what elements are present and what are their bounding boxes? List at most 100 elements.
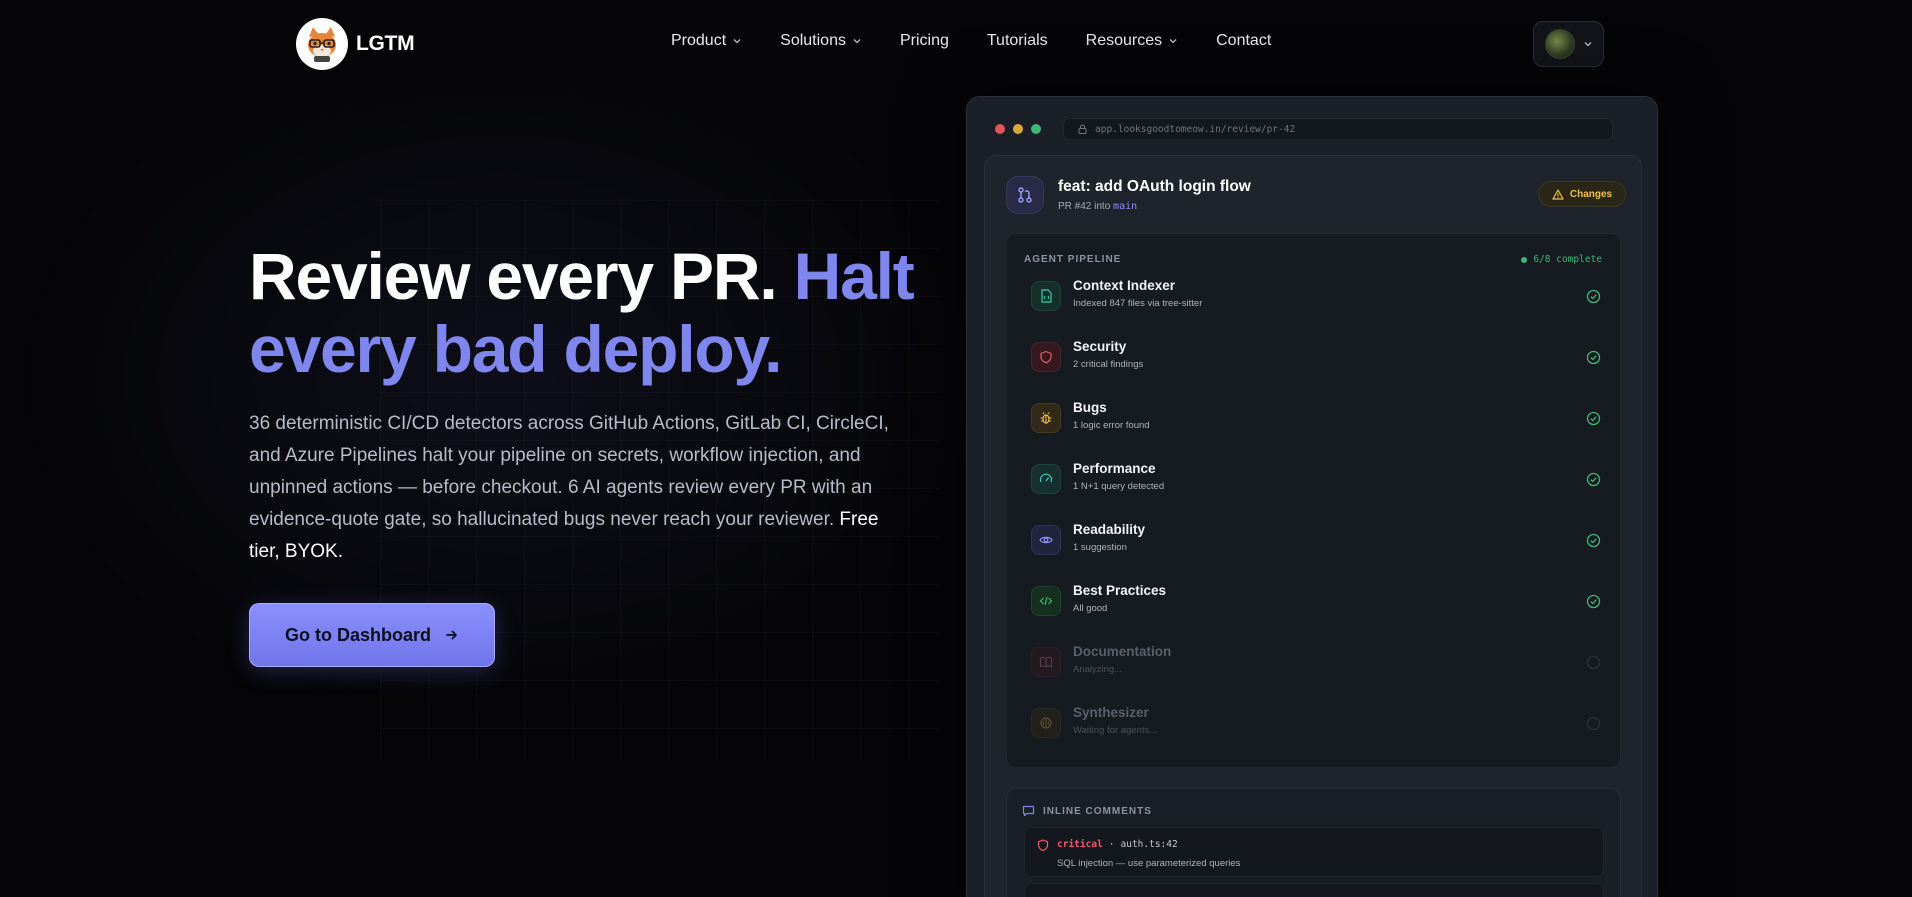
shield-icon [1031,342,1061,372]
nav-resources-label: Resources [1085,32,1163,49]
agent-desc: All good [1073,603,1108,614]
nav-pricing-label: Pricing [899,32,949,49]
warning-icon [1552,188,1564,200]
agent-pipeline: AGENT PIPELINE 6/8 complete Context Inde… [1006,233,1621,768]
inline-comments: INLINE COMMENTS critical · auth.ts:42 SQ… [1006,788,1621,897]
check-circle-icon [1586,533,1601,548]
nav-contact[interactable]: Contact [1216,32,1271,50]
agent-row-performance: Performance 1 N+1 query detected [1031,457,1601,503]
agent-desc: 1 suggestion [1073,542,1127,553]
pipeline-status: 6/8 complete [1521,254,1602,265]
changes-badge-label: Changes [1569,188,1613,200]
maximize-dot-icon [1031,124,1041,134]
brand-logo[interactable]: LGTM [296,18,415,70]
agent-desc: Indexed 847 files via tree-sitter [1073,298,1203,309]
agent-desc: 2 critical findings [1073,359,1144,370]
pending-circle-icon [1586,716,1601,731]
agent-name: Readability [1073,522,1146,537]
comment-separator: · [1108,839,1115,850]
cta-label: Go to Dashboard [284,624,431,645]
chevron-down-icon [853,39,861,44]
comment-icon [1022,805,1035,817]
go-to-dashboard-button[interactable]: Go to Dashboard [249,603,495,667]
nav-pricing[interactable]: Pricing [900,32,949,50]
avatar [1544,29,1575,59]
agent-row-context-indexer: Context Indexer Indexed 847 files via tr… [1031,274,1601,320]
agent-name: Performance [1073,461,1156,476]
comments-label: INLINE COMMENTS [1043,805,1152,817]
window-controls [995,124,1041,134]
gauge-icon [1031,464,1061,494]
agent-name: Best Practices [1073,583,1167,598]
changes-badge: Changes [1538,181,1626,207]
agent-row-documentation: Documentation Analyzing... [1031,640,1601,686]
pr-review-card: feat: add OAuth login flow PR #42 into m… [984,155,1642,897]
agent-desc: 1 logic error found [1073,420,1150,431]
check-circle-icon [1586,472,1601,487]
app-preview-window: app.looksgoodtomeow.in/review/pr-42 feat… [966,96,1658,897]
chevron-down-icon [733,39,741,44]
pr-branch: main [1113,201,1138,212]
agent-name: Security [1073,339,1127,354]
comment-item[interactable]: critical · auth.ts:42 SQL injection — us… [1024,827,1604,877]
eye-icon [1031,525,1061,555]
arrow-right-icon [446,630,457,640]
nav-resources[interactable]: Resources [1086,32,1178,50]
minimize-dot-icon [1013,124,1023,134]
agent-row-synthesizer: Synthesizer Waiting for agents... [1031,701,1601,747]
nav-product-label: Product [671,32,727,49]
chevron-down-icon [1584,42,1591,47]
agent-row-security: Security 2 critical findings [1031,335,1601,381]
agent-desc: Waiting for agents... [1073,725,1158,736]
cat-logo-icon [296,18,348,70]
hero-title: Review every PR. Halt every bad deploy. [249,240,949,386]
hero-description: 36 deterministic CI/CD detectors across … [249,408,889,568]
nav-solutions[interactable]: Solutions [780,32,862,50]
bug-icon [1031,403,1061,433]
agent-name: Documentation [1073,644,1172,659]
hero-title-main: Review every PR. [249,239,778,313]
nav-product[interactable]: Product [671,32,742,50]
url-bar: app.looksgoodtomeow.in/review/pr-42 [1063,118,1613,140]
pr-subtitle: PR #42 into main [1058,201,1137,212]
comment-item[interactable] [1024,883,1604,897]
comment-text: SQL injection — use parameterized querie… [1057,858,1241,869]
book-icon [1031,647,1061,677]
agent-row-best-practices: Best Practices All good [1031,579,1601,625]
file-code-icon [1031,281,1061,311]
top-nav: LGTM Product Solutions Pricing Tutorials… [0,0,1912,88]
pipeline-status-text: 6/8 complete [1533,254,1602,265]
chevron-down-icon [1169,39,1177,44]
comments-header: INLINE COMMENTS [1022,805,1152,817]
agent-row-bugs: Bugs 1 logic error found [1031,396,1601,442]
shield-icon [1037,839,1049,852]
brain-icon [1031,708,1061,738]
check-circle-icon [1586,350,1601,365]
agent-name: Synthesizer [1073,705,1149,720]
agent-name: Bugs [1073,400,1107,415]
check-circle-icon [1586,411,1601,426]
nav-tutorials-label: Tutorials [986,32,1048,49]
brand-name: LGTM [356,32,415,55]
pending-circle-icon [1586,655,1601,670]
code-icon [1031,586,1061,616]
status-dot-icon [1521,256,1528,263]
pipeline-label: AGENT PIPELINE [1024,254,1122,265]
agent-desc: Analyzing... [1073,664,1123,675]
pr-title: feat: add OAuth login flow [1058,178,1251,195]
agent-row-readability: Readability 1 suggestion [1031,518,1601,564]
url-text: app.looksgoodtomeow.in/review/pr-42 [1095,123,1296,135]
comment-severity: critical [1057,839,1103,850]
user-menu-button[interactable] [1533,21,1604,67]
comment-meta: critical · auth.ts:42 [1057,839,1178,850]
hero-description-text: 36 deterministic CI/CD detectors across … [249,413,889,530]
nav-links: Product Solutions Pricing Tutorials Reso… [671,32,1309,50]
check-circle-icon [1586,289,1601,304]
agent-desc: 1 N+1 query detected [1073,481,1165,492]
pr-number: PR #42 into [1058,201,1111,212]
check-circle-icon [1586,594,1601,609]
nav-contact-label: Contact [1216,32,1272,49]
git-pull-request-icon [1006,176,1044,214]
comment-location: auth.ts:42 [1120,839,1178,850]
nav-tutorials[interactable]: Tutorials [987,32,1048,50]
